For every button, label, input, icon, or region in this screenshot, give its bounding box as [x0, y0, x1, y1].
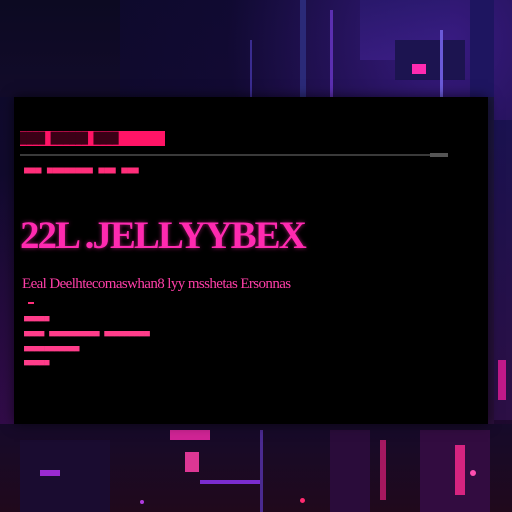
window-edge — [488, 97, 494, 424]
detail-line-4: ■■■■■ — [24, 358, 50, 368]
headline: 22L .JELLYYBEX — [20, 214, 307, 257]
detail-line-2: ■■■■ ■■■■■■■■■■ ■■■■■■■■■ — [24, 329, 150, 339]
content-window — [14, 97, 488, 424]
bullet-marker — [28, 302, 34, 304]
detail-line-3: ■■■■■■■■■■■ — [24, 344, 80, 354]
title-strip-text: ████ ██████ ████ — [20, 132, 118, 145]
divider-tick — [430, 153, 448, 157]
detail-line-1: ■■■■■ — [24, 314, 50, 324]
meta-line: ■■■ ■■■■■■■■ ■■■ ■■■ — [24, 165, 139, 176]
header-divider — [20, 154, 448, 156]
subline: Eeal Deelhtecomaswhan8 lyy msshetas Erso… — [22, 276, 291, 292]
